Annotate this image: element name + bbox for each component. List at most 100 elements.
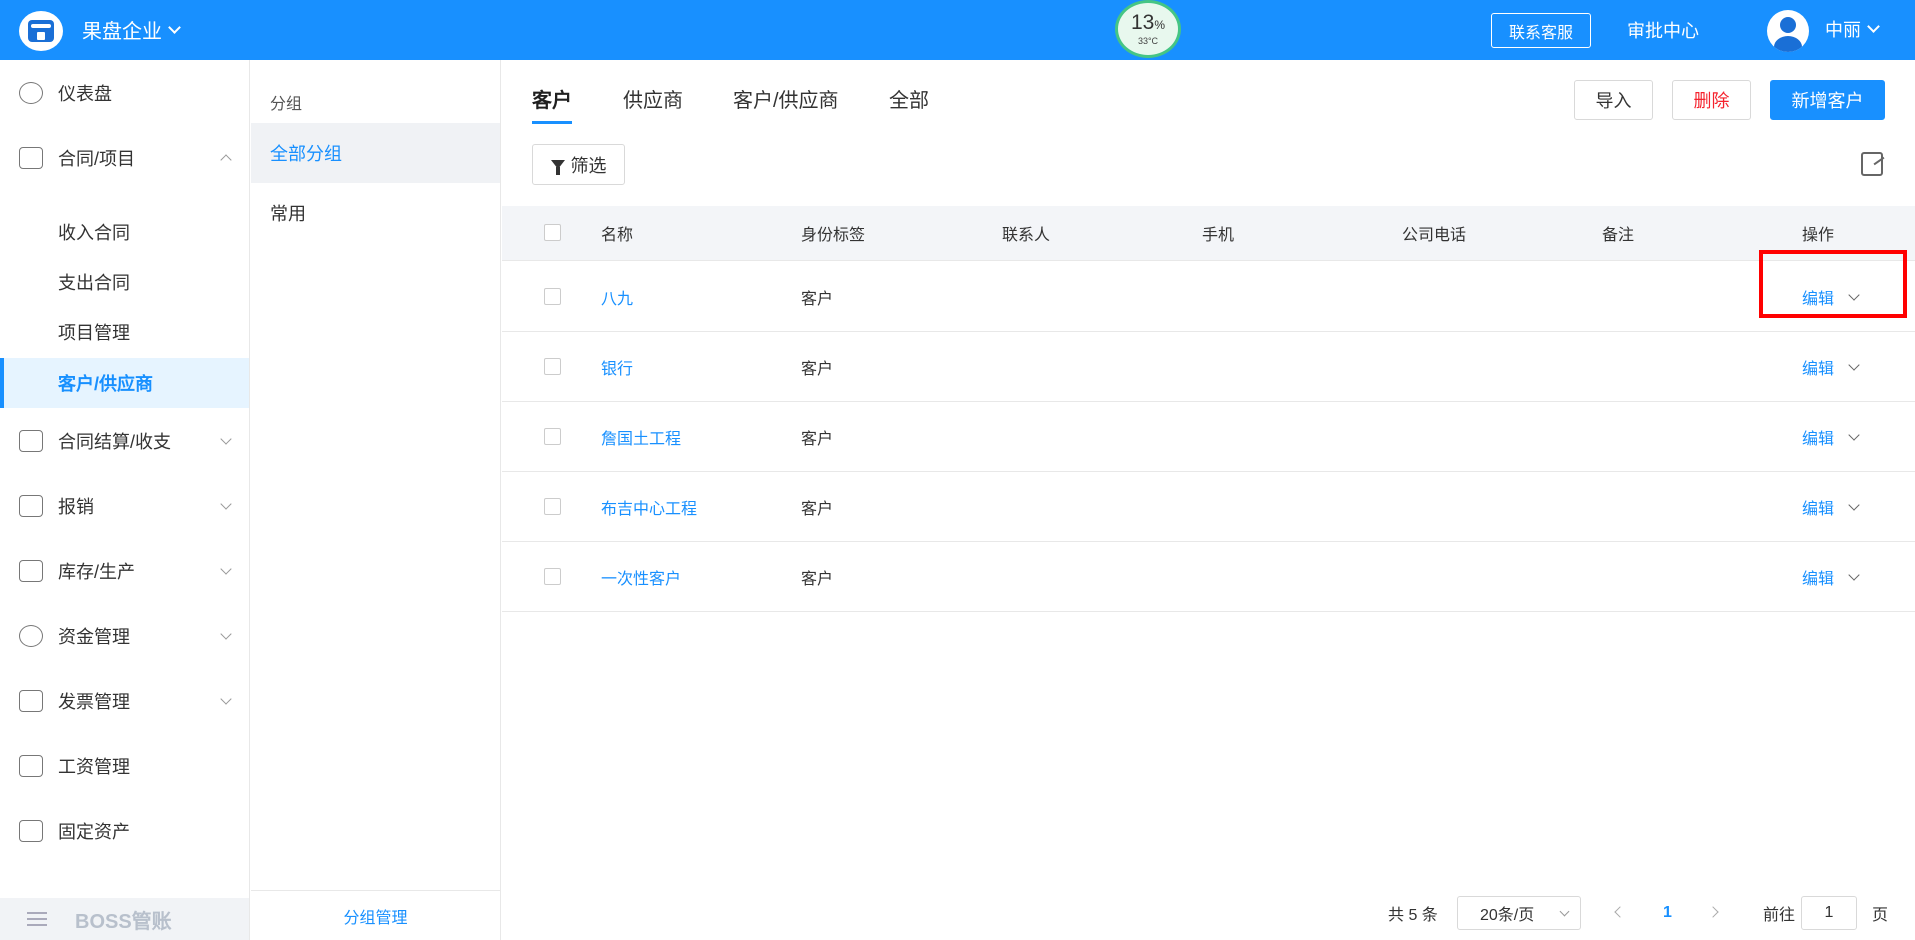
page-number-current[interactable]: 1 <box>1663 896 1672 930</box>
sidebar-footer[interactable]: BOSS管账 <box>0 898 249 940</box>
contact-service-button[interactable]: 联系客服 <box>1491 13 1591 48</box>
identity-tag: 客户 <box>801 500 834 518</box>
sidebar-item-label: 固定资产 <box>58 821 130 842</box>
group-item-common[interactable]: 常用 <box>251 183 500 243</box>
row-checkbox[interactable] <box>544 567 561 585</box>
sidebar-item-label: 项目管理 <box>58 323 130 343</box>
delete-button[interactable]: 删除 <box>1672 80 1751 120</box>
row-checkbox[interactable] <box>544 427 561 445</box>
row-checkbox[interactable] <box>544 287 561 305</box>
sidebar-item-funds[interactable]: 资金管理 <box>0 603 249 668</box>
select-all-checkbox[interactable] <box>544 224 561 241</box>
highlight-box <box>1759 250 1907 318</box>
row-actions[interactable]: 编辑 <box>1802 542 1860 611</box>
sidebar-item-label: 合同/项目 <box>58 148 136 169</box>
sidebar-item-label: 库存/生产 <box>58 561 136 582</box>
prev-page-icon[interactable] <box>1614 906 1626 918</box>
identity-tag: 客户 <box>801 360 834 378</box>
company-switcher[interactable]: 果盘企业 <box>82 15 181 44</box>
customer-name-link[interactable]: 银行 <box>601 332 633 401</box>
customer-name-link[interactable]: 八九 <box>601 262 633 331</box>
performance-gauge[interactable]: 13% 33°C <box>1115 0 1181 58</box>
filter-button[interactable]: 筛选 <box>532 144 625 185</box>
tab-customers[interactable]: 客户 <box>532 84 572 124</box>
table-row: 银行 客户 编辑 <box>502 332 1915 402</box>
approval-center-link[interactable]: 审批中心 <box>1627 17 1699 43</box>
store-icon <box>28 20 54 42</box>
row-actions[interactable]: 编辑 <box>1802 472 1860 541</box>
id-card-icon <box>19 754 43 777</box>
settlement-icon <box>19 429 43 452</box>
gauge-percent: 13 <box>1130 11 1155 34</box>
edit-link[interactable]: 编辑 <box>1802 565 1834 589</box>
next-page-icon[interactable] <box>1707 906 1719 918</box>
company-logo[interactable] <box>19 11 63 51</box>
sidebar-item-contracts[interactable]: 合同/项目 <box>0 125 249 190</box>
row-checkbox[interactable] <box>544 357 561 375</box>
tab-all[interactable]: 全部 <box>889 84 929 124</box>
sidebar-item-customers-suppliers[interactable]: 客户/供应商 <box>0 358 249 408</box>
sidebar-item-invoices[interactable]: 发票管理 <box>0 668 249 733</box>
column-header: 联系人 <box>1002 227 1051 244</box>
sidebar-item-label: 仪表盘 <box>58 83 112 104</box>
page-size-select[interactable]: 20条/页 <box>1457 896 1581 930</box>
chevron-down-icon <box>1867 20 1880 33</box>
sidebar-item-expense-contracts[interactable]: 支出合同 <box>0 257 249 307</box>
sidebar-item-inventory[interactable]: 库存/生产 <box>0 538 249 603</box>
identity-tag: 客户 <box>801 570 834 588</box>
identity-tag: 客户 <box>801 430 834 448</box>
sidebar-item-settlement[interactable]: 合同结算/收支 <box>0 408 249 473</box>
chevron-down-icon <box>220 432 232 445</box>
user-menu[interactable]: 中丽 <box>1825 16 1880 42</box>
group-header: 分组 <box>270 96 303 113</box>
customer-name-link[interactable]: 一次性客户 <box>601 542 681 611</box>
column-header: 手机 <box>1202 227 1235 244</box>
sidebar-item-label: 资金管理 <box>58 626 130 647</box>
sidebar-item-dashboard[interactable]: 仪表盘 <box>0 60 249 125</box>
chevron-down-icon <box>220 497 232 510</box>
avatar[interactable] <box>1767 10 1809 52</box>
sidebar-item-label: 发票管理 <box>58 691 130 712</box>
chevron-down-icon[interactable] <box>1848 568 1860 581</box>
sidebar-item-fixed-assets[interactable]: 固定资产 <box>0 798 249 863</box>
import-button[interactable]: 导入 <box>1574 80 1653 120</box>
tab-suppliers[interactable]: 供应商 <box>623 84 683 124</box>
table-row: 一次性客户 客户 编辑 <box>502 542 1915 612</box>
sidebar-item-payroll[interactable]: 工资管理 <box>0 733 249 798</box>
chevron-down-icon <box>1559 906 1570 916</box>
chevron-down-icon[interactable] <box>1848 358 1860 371</box>
sidebar-item-income-contracts[interactable]: 收入合同 <box>0 207 249 257</box>
export-icon[interactable] <box>1861 152 1883 176</box>
chevron-down-icon <box>220 562 232 575</box>
column-header: 备注 <box>1602 227 1635 244</box>
chevron-down-icon <box>220 692 232 705</box>
group-panel: 分组 全部分组 常用 分组管理 <box>251 60 501 940</box>
tab-customers-suppliers[interactable]: 客户/供应商 <box>733 84 839 124</box>
row-checkbox[interactable] <box>544 497 561 515</box>
sidebar-item-label: 合同结算/收支 <box>58 431 172 452</box>
goto-page-input[interactable]: 1 <box>1801 896 1857 930</box>
sidebar-item-project-management[interactable]: 项目管理 <box>0 307 249 357</box>
row-actions[interactable]: 编辑 <box>1802 402 1860 471</box>
chevron-down-icon[interactable] <box>1848 428 1860 441</box>
group-manage-link[interactable]: 分组管理 <box>251 890 500 940</box>
row-actions[interactable]: 编辑 <box>1802 332 1860 401</box>
collapse-menu-icon[interactable] <box>27 912 47 926</box>
sidebar-item-reimbursement[interactable]: 报销 <box>0 473 249 538</box>
customer-name-link[interactable]: 布吉中心工程 <box>601 472 697 541</box>
edit-link[interactable]: 编辑 <box>1802 425 1834 449</box>
table-row: 八九 客户 编辑 <box>502 262 1915 332</box>
sidebar-item-label: 报销 <box>58 496 94 517</box>
chevron-down-icon[interactable] <box>1848 498 1860 511</box>
identity-tag: 客户 <box>801 290 834 308</box>
top-bar: 果盘企业 13% 33°C 联系客服 审批中心 中丽 <box>0 0 1915 60</box>
add-customer-button[interactable]: 新增客户 <box>1770 80 1885 120</box>
edit-link[interactable]: 编辑 <box>1802 355 1834 379</box>
edit-link[interactable]: 编辑 <box>1802 495 1834 519</box>
gauge-temperature: 33°C <box>1137 36 1159 46</box>
goto-label: 前往 <box>1763 907 1796 924</box>
customer-name-link[interactable]: 詹国土工程 <box>601 402 681 471</box>
folder-icon <box>19 146 43 169</box>
sidebar-item-label: 支出合同 <box>58 273 130 293</box>
group-item-all[interactable]: 全部分组 <box>251 123 500 183</box>
